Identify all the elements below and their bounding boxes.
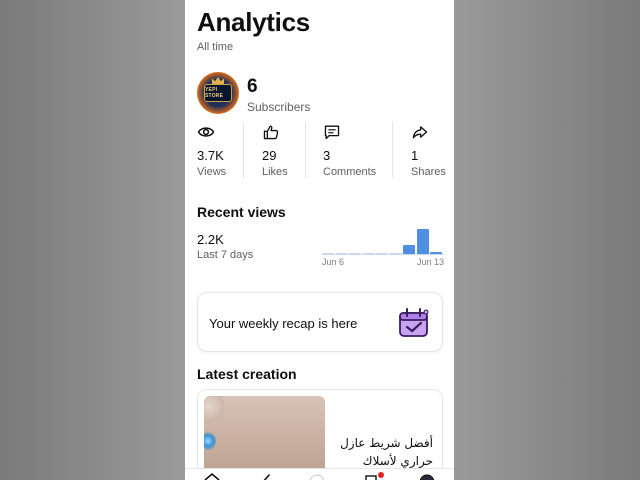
background-right — [454, 0, 640, 480]
stat-label: Likes — [262, 166, 288, 178]
profile-avatar-icon[interactable] — [419, 472, 435, 480]
analytics-screen: Analytics All time YEPI STORE 6 Subscrib… — [185, 0, 454, 480]
channel-avatar[interactable]: YEPI STORE — [197, 72, 239, 114]
subscribers-count: 6 — [247, 76, 258, 97]
background-left — [0, 0, 185, 480]
shorts-icon[interactable] — [258, 472, 274, 480]
stat-label: Comments — [323, 166, 377, 178]
x-tick-start: Jun 6 — [322, 257, 345, 267]
subscribers-label: Subscribers — [247, 100, 311, 114]
thumbs-up-icon — [263, 125, 279, 140]
eye-icon — [197, 127, 215, 137]
stat-label: Shares — [411, 166, 446, 178]
stat-comments[interactable]: 3 Comments — [323, 120, 383, 180]
weekly-recap-card[interactable]: Your weekly recap is here — [197, 292, 443, 352]
divider — [243, 122, 244, 178]
chart-bar — [349, 253, 362, 254]
x-tick-end: Jun 13 — [416, 257, 444, 267]
recent-views-value: 2.2K — [197, 232, 224, 247]
divider — [305, 122, 306, 178]
recent-views-title: Recent views — [197, 204, 286, 220]
recent-views-chart[interactable]: Jun 6 Jun 13 — [322, 224, 444, 268]
chart-bar — [376, 253, 389, 254]
chart-bar — [335, 253, 348, 254]
stat-label: Views — [197, 166, 227, 178]
stats-row: 3.7K Views 29 Likes 3 Comments 1 Shares — [185, 120, 454, 180]
recent-views-period: Last 7 days — [197, 249, 254, 261]
stat-value: 3.7K — [197, 148, 224, 163]
crown-icon — [212, 77, 224, 84]
chart-bar — [322, 253, 335, 254]
stat-value: 3 — [323, 148, 331, 163]
notification-dot — [378, 472, 384, 478]
bottom-navigation — [185, 468, 454, 480]
comment-icon — [324, 125, 340, 140]
divider — [392, 122, 393, 178]
avatar-logo: YEPI STORE — [204, 84, 232, 102]
stat-shares[interactable]: 1 Shares — [411, 120, 451, 180]
stat-views[interactable]: 3.7K Views — [197, 120, 247, 180]
chart-bar — [403, 245, 416, 254]
share-icon — [412, 126, 428, 139]
calendar-check-icon — [399, 308, 429, 337]
latest-creation-title: Latest creation — [197, 366, 297, 382]
home-icon[interactable] — [204, 472, 220, 480]
chart-bar — [416, 228, 429, 254]
time-range-label[interactable]: All time — [197, 41, 233, 53]
stat-value: 29 — [262, 148, 277, 163]
latest-creation-card[interactable]: أفضل شريط عازل حراري لأسلاك الس... — [197, 389, 443, 480]
chart-bar — [362, 253, 375, 254]
chart-bar — [389, 253, 402, 254]
chart-bars — [322, 224, 444, 255]
stat-value: 1 — [411, 148, 419, 163]
recap-text: Your weekly recap is here — [209, 316, 358, 331]
page-title: Analytics — [197, 7, 310, 37]
chart-bar — [430, 252, 443, 254]
create-icon[interactable] — [309, 472, 325, 480]
